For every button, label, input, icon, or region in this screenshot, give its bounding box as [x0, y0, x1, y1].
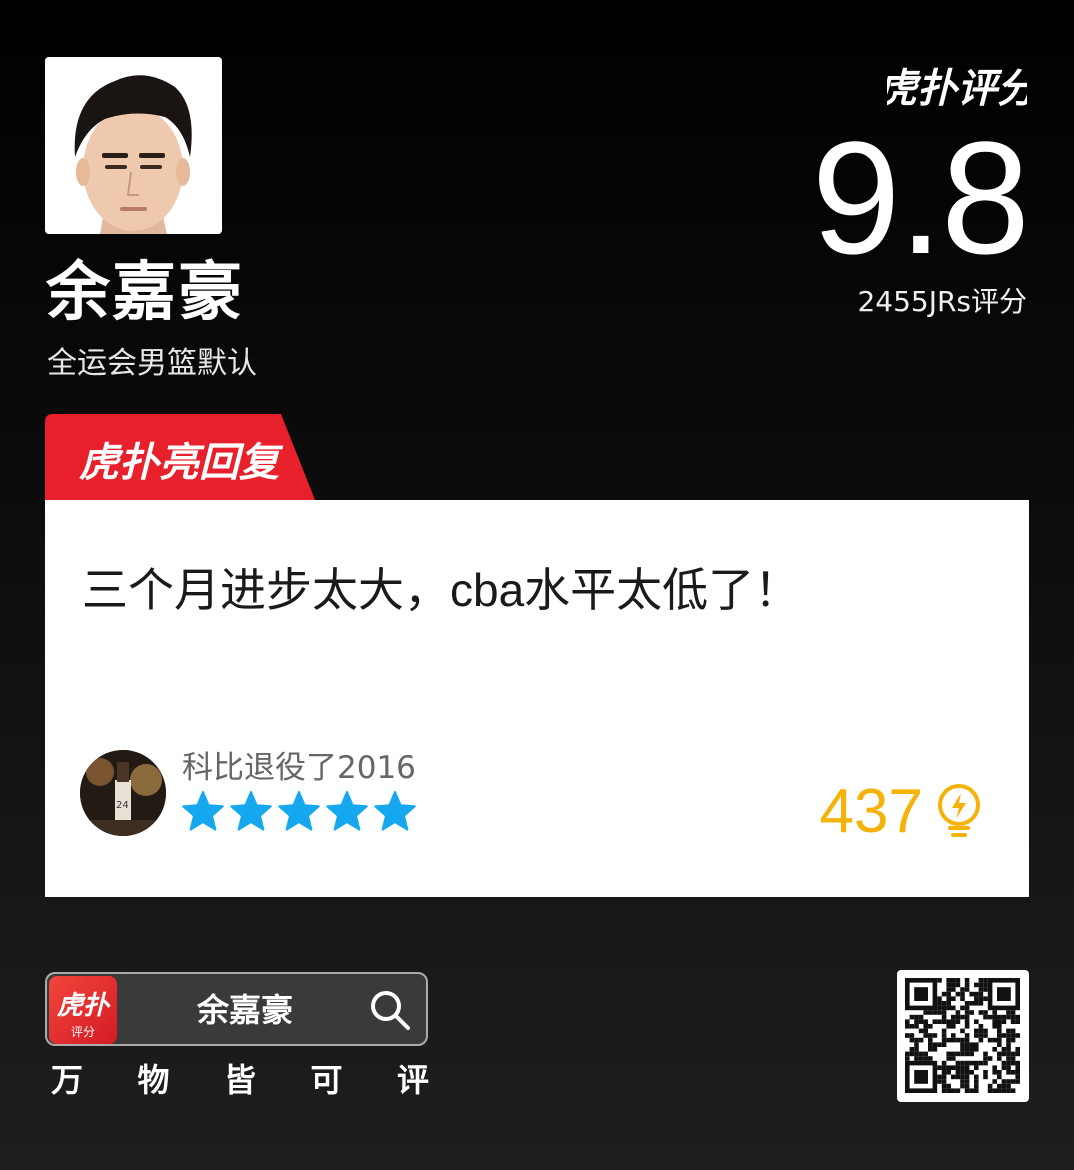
slogan-char: 物 [137, 1061, 170, 1099]
star-icon [326, 791, 368, 831]
star-icon [374, 791, 416, 831]
app-icon-subtext: 评分 [71, 1025, 95, 1039]
brand-logo-text: 虎扑评分 [887, 66, 1027, 110]
player-name: 余嘉豪 [46, 256, 244, 330]
slogan: 万 物 皆 可 评 [45, 1058, 435, 1102]
banner-label: 虎扑亮回复 [79, 440, 284, 486]
like-count: 437 [819, 777, 923, 846]
player-team: 全运会男篮默认 [47, 346, 257, 381]
app-icon-text: 虎扑 [57, 991, 111, 1021]
comment-card: 三个月进步太大，cba水平太低了！ 24 科比退役了2016 437 [45, 500, 1029, 897]
svg-text:24: 24 [116, 800, 129, 811]
slogan-char: 评 [396, 1061, 429, 1099]
highlight-reply-banner: 虎扑亮回复 [45, 414, 315, 500]
user-rating-stars [182, 790, 416, 832]
commenter-name[interactable]: 科比退役了2016 [182, 748, 416, 788]
search-icon[interactable] [368, 988, 412, 1032]
qr-code[interactable] [897, 970, 1029, 1102]
star-icon [230, 791, 272, 831]
app-icon: 虎扑 评分 [49, 976, 117, 1044]
score-count: 2455JRs评分 [857, 285, 1027, 318]
star-icon [278, 791, 320, 831]
overall-score: 9.8 [811, 108, 1030, 287]
commenter-avatar[interactable]: 24 [80, 750, 166, 836]
brand-logo: 虎扑评分 [877, 58, 1042, 112]
slogan-char: 万 [50, 1061, 83, 1099]
lightbulb-icon [938, 784, 980, 837]
player-avatar [45, 57, 222, 234]
like-button[interactable]: 437 [820, 780, 985, 844]
slogan-char: 可 [310, 1061, 343, 1099]
qr-code-pattern [905, 978, 1020, 1093]
player-photo [45, 57, 222, 234]
comment-text: 三个月进步太大，cba水平太低了！ [82, 564, 801, 616]
slogan-char: 皆 [223, 1061, 256, 1099]
search-bar[interactable]: 虎扑 评分 余嘉豪 [45, 972, 428, 1046]
search-query: 余嘉豪 [197, 991, 294, 1029]
star-icon [182, 791, 224, 831]
